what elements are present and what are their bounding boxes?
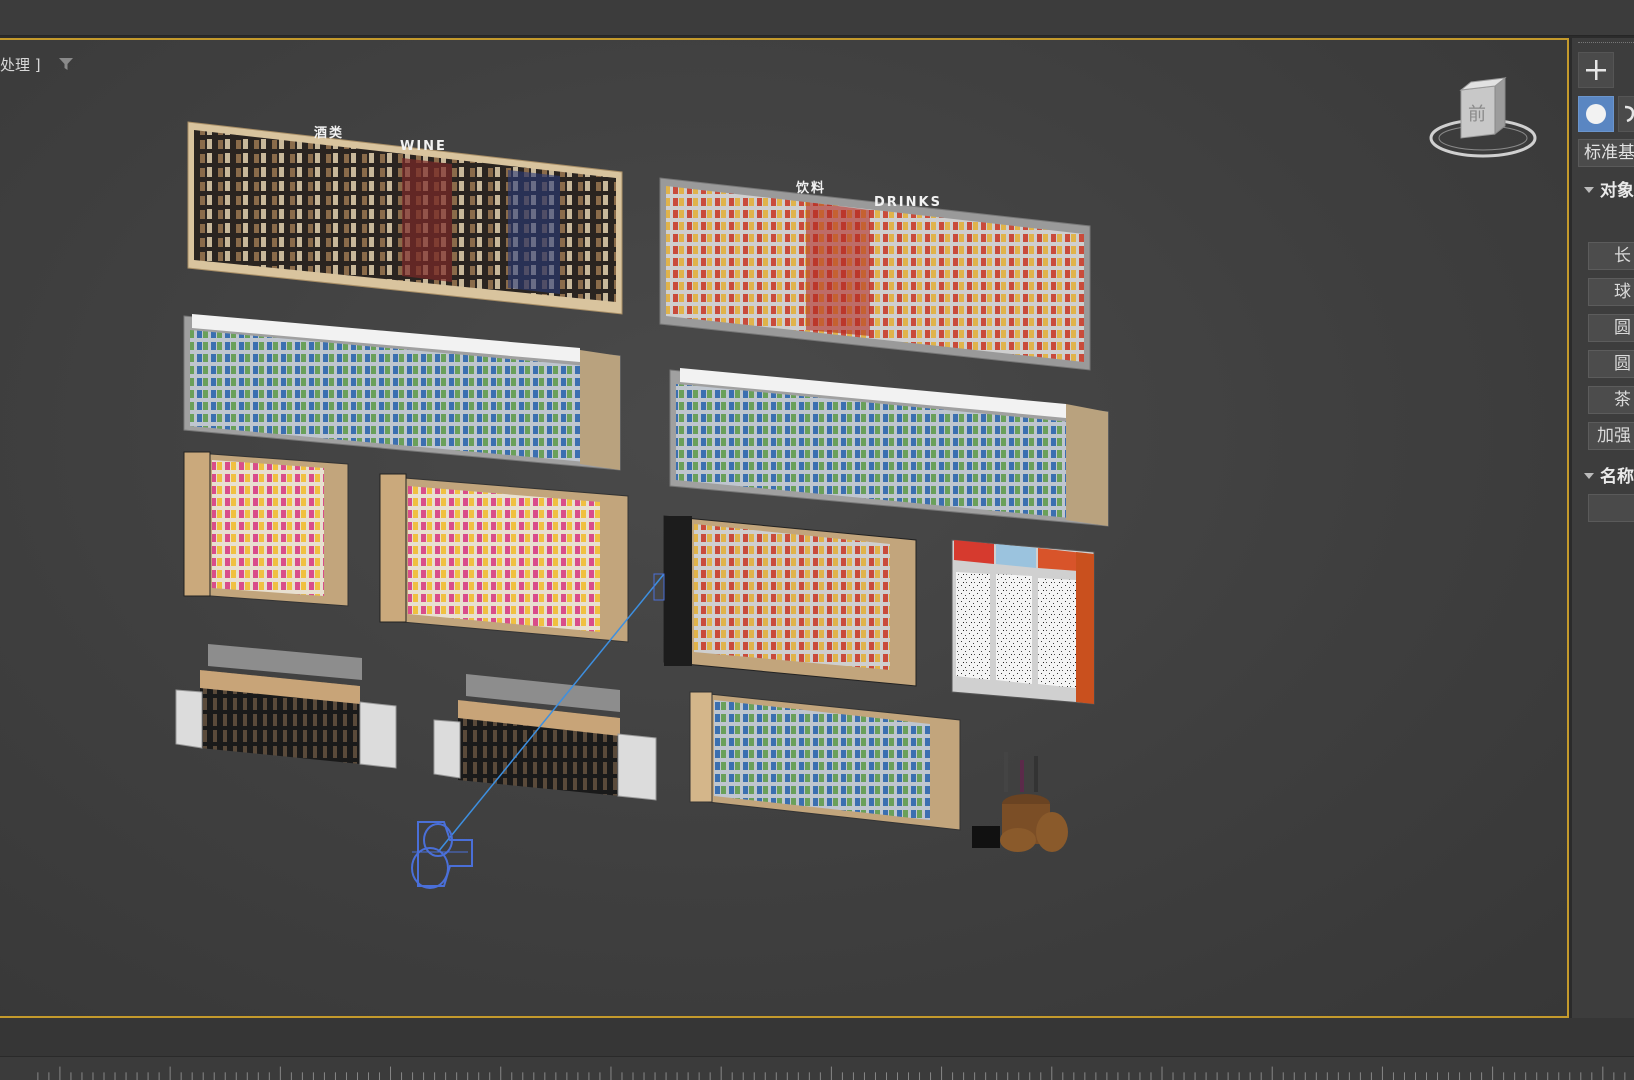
viewcube-front-face[interactable]: 前 xyxy=(1468,104,1486,125)
wine-header-cn: 酒类 xyxy=(314,125,344,141)
collapse-triangle-icon xyxy=(1584,473,1594,479)
geometry-category-button[interactable] xyxy=(1578,96,1614,132)
command-panel: 标准基 对象 长 球 圆 圆 茶 加强 名称 xyxy=(1572,38,1634,1018)
perspective-viewport[interactable]: 处理 ] 酒类 WINE 饮料 DRINKS xyxy=(0,38,1569,1018)
drinks-wall-shelf[interactable]: 饮料 DRINKS xyxy=(659,177,1091,371)
panel-grip xyxy=(1578,42,1634,45)
snack-shelf-a[interactable] xyxy=(183,451,349,607)
wine-header-en: WINE xyxy=(400,139,447,154)
object-button-box[interactable]: 长 xyxy=(1588,242,1634,270)
name-color-rollout[interactable]: 名称 xyxy=(1578,462,1634,488)
object-button-cone[interactable]: 圆 xyxy=(1588,350,1634,378)
object-type-rollout[interactable]: 对象 xyxy=(1578,176,1634,202)
grocery-shelf-d[interactable] xyxy=(689,691,961,831)
timeline-area xyxy=(0,1018,1634,1080)
wine-barrels-display[interactable] xyxy=(972,752,1068,852)
object-type-rollout-label: 对象 xyxy=(1600,181,1634,201)
time-ruler[interactable] xyxy=(0,1056,1634,1080)
viewcube[interactable]: 前 xyxy=(1425,50,1545,160)
object-name-field[interactable] xyxy=(1588,494,1634,522)
app-window: 处理 ] 酒类 WINE 饮料 DRINKS 前 标准基 对象 长 球 圆 圆 … xyxy=(0,0,1634,1080)
shape-icon xyxy=(1624,105,1634,123)
gondola-shelf-right[interactable] xyxy=(669,368,1109,527)
drinks-header-en: DRINKS xyxy=(874,195,942,210)
gondola-shelf-left[interactable] xyxy=(183,314,621,471)
snack-shelf-b[interactable] xyxy=(379,473,629,643)
drinks-fridge[interactable] xyxy=(951,539,1095,705)
plus-icon xyxy=(1586,60,1606,80)
category-dropdown[interactable]: 标准基 xyxy=(1578,139,1634,167)
ruler-ticks xyxy=(37,1066,1626,1080)
wine-island-left[interactable] xyxy=(175,644,397,769)
create-tab-button[interactable] xyxy=(1578,52,1614,88)
object-button-teapot[interactable]: 茶 xyxy=(1588,386,1634,414)
object-button-sphere[interactable]: 球 xyxy=(1588,278,1634,306)
object-button-enhanced[interactable]: 加强 xyxy=(1588,422,1634,450)
name-rollout-label: 名称 xyxy=(1600,467,1634,487)
object-button-cylinder[interactable]: 圆 xyxy=(1588,314,1634,342)
top-toolbar xyxy=(0,0,1634,36)
grocery-shelf-c[interactable] xyxy=(663,515,917,687)
shapes-category-button[interactable] xyxy=(1618,96,1634,132)
wine-wall-shelf[interactable]: 酒类 WINE xyxy=(187,121,623,315)
scene-objects: 酒类 WINE 饮料 DRINKS xyxy=(175,121,1109,889)
drinks-header-cn: 饮料 xyxy=(795,180,826,196)
collapse-triangle-icon xyxy=(1584,187,1594,193)
wine-island-right[interactable] xyxy=(433,674,657,801)
sphere-icon xyxy=(1586,104,1606,124)
